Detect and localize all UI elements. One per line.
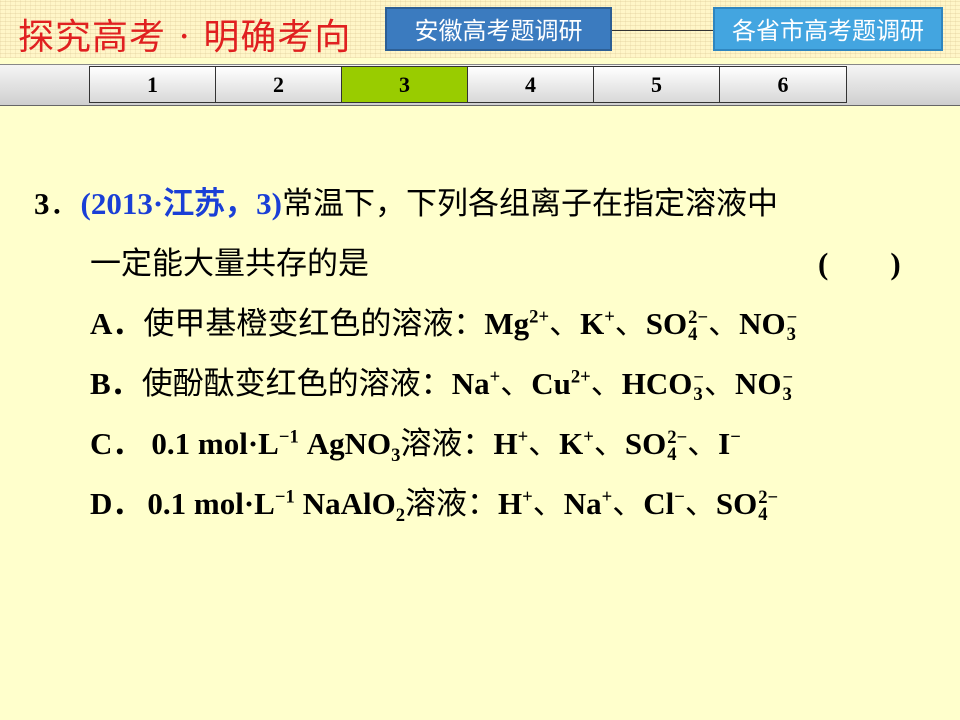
option-c: C． 0.1 mol·L−1 AgNO3溶液：H+、K+、SO 2− 4 、I− bbox=[90, 426, 741, 467]
question-stem-2: 一定能大量共存的是 bbox=[90, 246, 369, 282]
tab-3[interactable]: 3 bbox=[342, 67, 468, 102]
question-source: (2013·江苏，3) bbox=[80, 186, 283, 221]
anhui-exam-button[interactable]: 安徽高考题调研 bbox=[385, 7, 612, 51]
option-a: A．使甲基橙变红色的溶液：Mg2+、K+、SO 2− 4 、NO −3 bbox=[90, 306, 798, 345]
brand-title: 探究高考 · 明确考向 bbox=[18, 17, 352, 58]
tab-5[interactable]: 5 bbox=[594, 67, 720, 102]
header-band: 探究高考 · 明确考向 安徽高考题调研 各省市高考题调研 bbox=[0, 0, 960, 58]
tab-1[interactable]: 1 bbox=[90, 67, 216, 102]
question-stem-1: 常温下，下列各组离子在指定溶液中 bbox=[282, 186, 778, 222]
connector-line bbox=[612, 30, 714, 31]
provinces-exam-button[interactable]: 各省市高考题调研 bbox=[713, 7, 943, 51]
question-line-2: 一定能大量共存的是 bbox=[90, 238, 369, 283]
question-number: 3 bbox=[34, 186, 50, 221]
tab-2[interactable]: 2 bbox=[216, 67, 342, 102]
option-b: B．使酚酞变红色的溶液：Na+、Cu2+、HCO −3 、NO −3 bbox=[90, 366, 794, 405]
option-d: D． 0.1 mol·L−1 NaAlO2溶液：H+、Na+、Cl−、SO 2− 4 bbox=[90, 486, 779, 527]
tab-4[interactable]: 4 bbox=[468, 67, 594, 102]
question-tabs: 1 2 3 4 5 6 bbox=[89, 66, 847, 103]
answer-blank: ( ) bbox=[818, 246, 901, 281]
question-line-1: 3．(2013·江苏，3)常温下，下列各组离子在指定溶液中 bbox=[34, 186, 778, 222]
tab-6[interactable]: 6 bbox=[720, 67, 846, 102]
